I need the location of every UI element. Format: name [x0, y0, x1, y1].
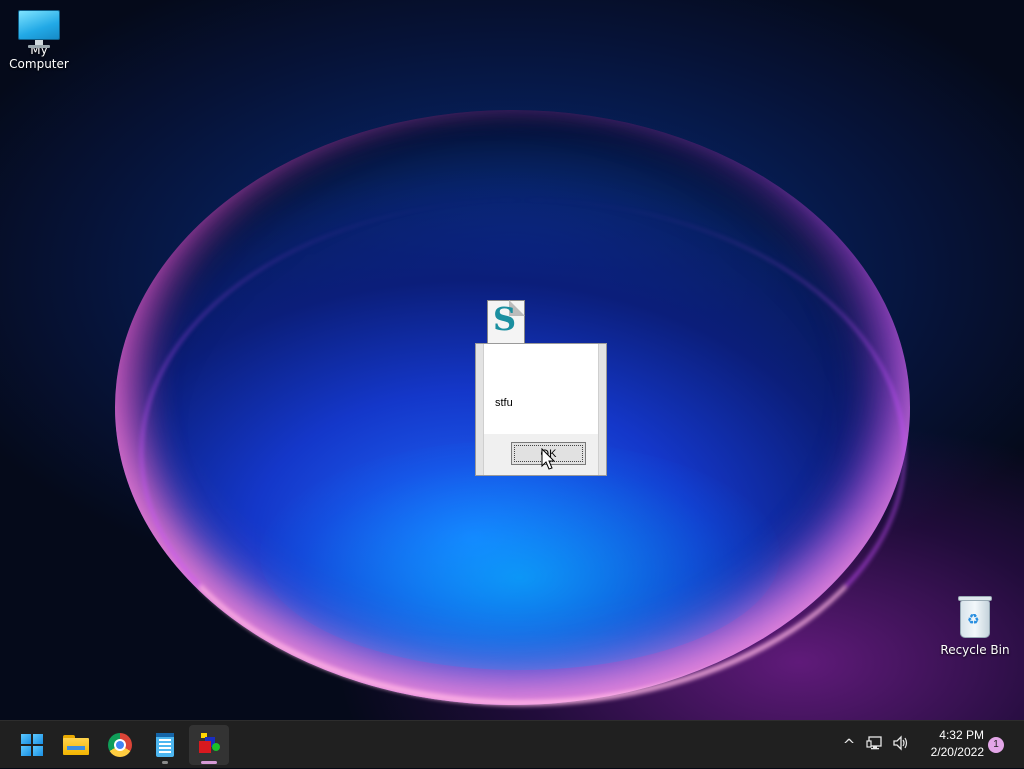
taskbar-file-explorer[interactable]: [56, 725, 96, 765]
computer-icon: [18, 10, 60, 48]
taskbar-active-app[interactable]: [189, 725, 229, 765]
mouse-cursor-icon: [541, 448, 556, 470]
dialog-content: stfu: [484, 344, 598, 434]
show-hidden-icons-chevron-icon[interactable]: ^: [836, 736, 862, 754]
taskbar-notepad[interactable]: [145, 725, 185, 765]
colored-blocks-app-icon: [197, 733, 221, 757]
notepad-icon: [156, 733, 174, 757]
active-indicator: [201, 761, 217, 764]
running-indicator: [162, 761, 168, 764]
recycle-bin-icon: ♻: [958, 596, 992, 640]
network-icon[interactable]: [862, 735, 888, 755]
desktop-icon-my-computer[interactable]: My Computer: [0, 10, 78, 71]
taskbar-chrome[interactable]: [100, 725, 140, 765]
chrome-icon: [108, 733, 132, 757]
system-tray: ^: [836, 721, 914, 769]
windows-start-icon: [21, 734, 43, 756]
folder-icon: [63, 735, 89, 755]
desktop-icon-label: Recycle Bin: [940, 643, 1010, 657]
taskbar: ^ 4:32 PM 2/20/2022 1: [0, 720, 1024, 768]
volume-icon[interactable]: [888, 735, 914, 755]
script-file-icon: S: [487, 300, 525, 344]
dialog-message: stfu: [495, 397, 513, 409]
desktop-icon-recycle-bin[interactable]: ♻ Recycle Bin: [940, 596, 1010, 657]
notification-badge[interactable]: 1: [988, 737, 1004, 753]
start-button[interactable]: [12, 725, 52, 765]
